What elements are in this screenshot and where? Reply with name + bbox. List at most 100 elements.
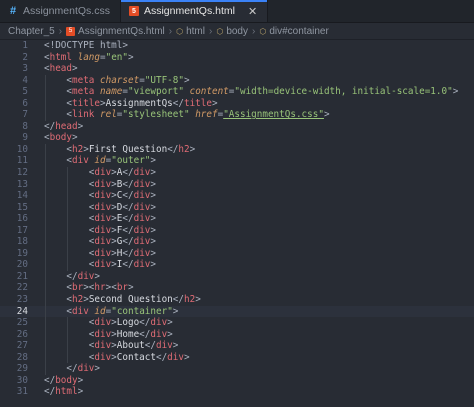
code-line[interactable]: 31 </html> bbox=[0, 386, 474, 398]
code-token: < bbox=[44, 190, 95, 202]
code-line[interactable]: 28 <div>Contact</div> bbox=[0, 351, 474, 364]
code-line[interactable]: 8 </head> bbox=[0, 121, 474, 133]
code-text: <div>Logo</div> bbox=[44, 317, 474, 329]
breadcrumb-item-file[interactable]: AssignmentQs.html bbox=[78, 26, 165, 37]
line-number: 26 bbox=[16, 328, 28, 340]
code-line[interactable]: 21 </div> bbox=[0, 270, 474, 283]
code-line[interactable]: 11 <div id="outer"> bbox=[0, 155, 474, 168]
code-line[interactable]: 15 <div>D</div> bbox=[0, 201, 474, 214]
breadcrumb-item-div-container[interactable]: div#container bbox=[269, 26, 328, 37]
code-token: < bbox=[44, 167, 95, 179]
code-line[interactable]: 19 <div>H</div> bbox=[0, 247, 474, 260]
close-icon[interactable]: ✕ bbox=[248, 5, 257, 18]
breadcrumb-item-html[interactable]: html bbox=[186, 26, 205, 37]
code-line[interactable]: 1 <!DOCTYPE html> bbox=[0, 40, 474, 52]
code-text: <div>I</div> bbox=[44, 259, 474, 271]
code-token: div bbox=[72, 305, 89, 317]
code-line[interactable]: 5 <meta name="viewport" content="width=d… bbox=[0, 86, 474, 98]
indent-guide bbox=[67, 167, 69, 179]
code-line[interactable]: 16 <div>E</div> bbox=[0, 213, 474, 225]
code-token: div bbox=[133, 247, 151, 259]
code-line[interactable]: 24 <div id="container"> bbox=[0, 305, 474, 318]
code-token: </ bbox=[122, 236, 134, 248]
line-number: 5 bbox=[22, 86, 28, 98]
code-line[interactable]: 9 <body> bbox=[0, 132, 474, 144]
code-token: div bbox=[94, 328, 112, 340]
code-line[interactable]: 18 <div>G</div> bbox=[0, 236, 474, 248]
code-line[interactable]: 7 <link rel="stylesheet" href="Assignmen… bbox=[0, 109, 474, 121]
code-token: head bbox=[49, 63, 72, 75]
code-token: </ bbox=[122, 167, 134, 179]
code-line[interactable]: 4 <meta charset="UTF-8"> bbox=[0, 74, 474, 87]
indent-guide bbox=[45, 328, 46, 341]
breadcrumb-item-body[interactable]: body bbox=[226, 26, 248, 37]
tab-assignmentqs-css[interactable]: # AssignmentQs.css bbox=[0, 0, 121, 22]
code-token: < bbox=[44, 143, 72, 155]
line-number: 12 bbox=[16, 167, 28, 179]
code-token: > bbox=[167, 328, 173, 340]
code-text: <h2>Second Question</h2> bbox=[44, 294, 474, 306]
indent-guide bbox=[67, 190, 69, 202]
indent-guide bbox=[45, 190, 46, 202]
code-text: <title>AssignmentQs</title> bbox=[44, 97, 474, 110]
indent-guide bbox=[45, 340, 46, 352]
code-line[interactable]: 23 <h2>Second Question</h2> bbox=[0, 294, 474, 306]
code-token: </ bbox=[122, 247, 134, 259]
line-number: 11 bbox=[16, 155, 28, 167]
line-number: 10 bbox=[16, 143, 28, 155]
code-editor[interactable]: 1 <!DOCTYPE html> 2 <html lang="en"> 3 <head>… bbox=[0, 40, 474, 407]
code-token: charset bbox=[100, 74, 140, 86]
line-number: 17 bbox=[16, 224, 28, 236]
code-line[interactable]: 22 <br><hr><br> bbox=[0, 282, 474, 295]
element-icon: ⬡ bbox=[176, 26, 184, 36]
element-icon: ⬡ bbox=[216, 26, 224, 36]
code-line[interactable]: 3 <head> bbox=[0, 63, 474, 75]
code-token: </ bbox=[44, 363, 78, 375]
code-token: div bbox=[133, 167, 151, 179]
code-token: div bbox=[155, 340, 173, 352]
indent-guide bbox=[45, 109, 46, 121]
code-token: > bbox=[150, 201, 156, 213]
indent-guide bbox=[45, 143, 46, 156]
code-token: > bbox=[150, 178, 156, 190]
code-text: <meta name="viewport" content="width=dev… bbox=[44, 86, 474, 98]
code-line[interactable]: 26 <div>Home</div> bbox=[0, 328, 474, 341]
code-token: br bbox=[72, 282, 84, 294]
tab-assignmentqs-html[interactable]: 5 AssignmentQs.html ✕ bbox=[120, 0, 269, 22]
breadcrumb-item-folder[interactable]: Chapter_5 bbox=[8, 26, 55, 37]
css-file-icon: # bbox=[9, 5, 17, 17]
code-token: < bbox=[44, 213, 95, 225]
code-line[interactable]: 30 </body> bbox=[0, 375, 474, 387]
code-token: name bbox=[100, 86, 123, 98]
code-token: html bbox=[55, 386, 78, 398]
code-token: body bbox=[55, 374, 78, 386]
code-line[interactable]: 6 <title>AssignmentQs</title> bbox=[0, 97, 474, 110]
code-token: < bbox=[44, 155, 72, 167]
code-token: div bbox=[94, 247, 112, 259]
code-line[interactable]: 13 <div>B</div> bbox=[0, 178, 474, 191]
code-token: h2 bbox=[72, 143, 84, 155]
code-token: > bbox=[183, 74, 190, 86]
code-line[interactable]: 29 </div> bbox=[0, 363, 474, 375]
code-line[interactable]: 25 <div>Logo</div> bbox=[0, 317, 474, 329]
code-line[interactable]: 2 <html lang="en"> bbox=[0, 52, 474, 64]
indent-guide bbox=[45, 74, 46, 87]
code-token: div bbox=[77, 363, 95, 375]
code-token: <!DOCTYPE html> bbox=[44, 40, 128, 51]
code-token: "width=device-width, initial-scale=1.0" bbox=[234, 86, 453, 98]
indent-guide bbox=[67, 351, 69, 364]
code-line[interactable]: 20 <div>I</div> bbox=[0, 259, 474, 271]
line-number: 7 bbox=[22, 109, 28, 121]
code-line[interactable]: 14 <div>C</div> bbox=[0, 190, 474, 202]
code-token: </ bbox=[139, 328, 151, 340]
indent-guide bbox=[45, 247, 46, 260]
code-token: < bbox=[44, 236, 95, 248]
code-line[interactable]: 12 <div>A</div> bbox=[0, 167, 474, 179]
line-number: 15 bbox=[16, 201, 28, 213]
code-line[interactable]: 17 <div>F</div> bbox=[0, 224, 474, 237]
code-token: </ bbox=[122, 213, 134, 225]
code-line[interactable]: 27 <div>About</div> bbox=[0, 340, 474, 352]
chevron-right-icon: › bbox=[252, 25, 256, 37]
code-line[interactable]: 10 <h2>First Question</h2> bbox=[0, 143, 474, 156]
chevron-right-icon: › bbox=[58, 25, 63, 37]
